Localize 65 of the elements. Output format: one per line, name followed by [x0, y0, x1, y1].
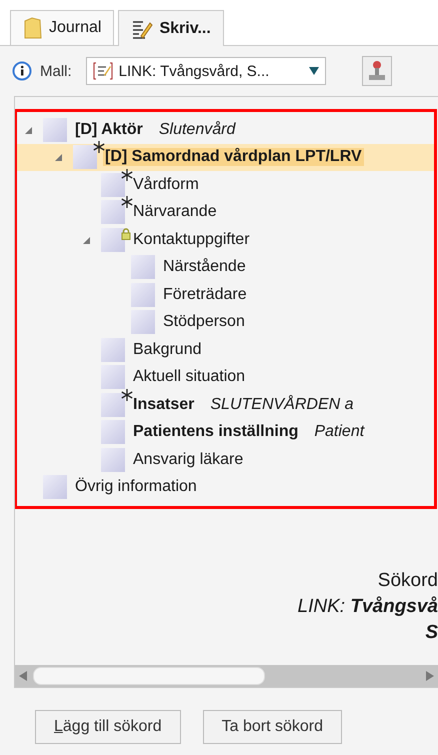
node-label: Övrig information — [74, 478, 198, 496]
node-label: Närstående — [162, 258, 247, 276]
scrollbar-thumb[interactable] — [33, 667, 265, 685]
node-label: [D] Aktör — [74, 120, 144, 139]
node-label: Stödperson — [162, 313, 246, 332]
tree-row[interactable]: Aktuell situation — [17, 364, 434, 391]
node-detail: Slutenvård — [158, 120, 236, 139]
node-label: Insatser — [132, 396, 196, 414]
collapse-arrow-icon[interactable] — [23, 124, 33, 135]
info-icon[interactable] — [12, 61, 32, 81]
node-icon — [131, 310, 155, 334]
tree-row[interactable]: [D] Aktör Slutenvård — [17, 116, 434, 144]
tab-label: Skriv... — [159, 20, 211, 38]
lock-icon — [121, 228, 131, 240]
node-icon — [101, 448, 125, 472]
keyword-button[interactable]: Lägg till sökord — [35, 710, 181, 744]
tree-row[interactable]: Patientens inställning Patient — [17, 418, 434, 446]
node-icon — [131, 282, 155, 307]
tree-row[interactable]: Närstående — [17, 254, 434, 281]
dropdown-arrow-icon — [308, 67, 319, 75]
node-label: Vårdform — [132, 176, 200, 194]
node-label: Företrädare — [162, 286, 248, 304]
folder-icon — [23, 17, 43, 39]
node-label: Aktuell situation — [132, 368, 246, 386]
node-detail: SLUTENVÅRDEN a — [210, 396, 354, 414]
node-icon — [101, 420, 125, 444]
keyword-text: LINK: Tvångsvå — [298, 595, 438, 619]
tree-row[interactable]: Ansvarig läkare — [17, 446, 434, 474]
node-label: Patientens inställning — [132, 423, 300, 442]
node-detail: Patient — [314, 423, 364, 442]
node-label: Kontaktuppgifter — [132, 230, 251, 249]
tree-row[interactable]: [D] Samordnad vårdplan LPT/LRV — [17, 144, 434, 171]
tab-label: Journal — [49, 19, 102, 37]
document-icon — [92, 62, 113, 80]
node-icon — [43, 118, 67, 142]
template-dropdown[interactable]: LINK: Tvångsvård, S... — [86, 57, 326, 85]
node-icon — [43, 475, 67, 500]
tree-row[interactable]: Insatser SLUTENVÅRDEN a — [17, 391, 434, 418]
keyword-button[interactable]: Ta bort sökord — [202, 710, 342, 744]
tab[interactable]: Skriv... — [118, 10, 224, 46]
tab[interactable]: Journal — [10, 10, 114, 45]
keyword-text: S — [425, 621, 438, 645]
tree-row[interactable]: Närvarande — [17, 198, 434, 226]
node-icon — [101, 365, 125, 390]
stamp-icon — [366, 60, 387, 82]
tree-row[interactable]: Övrig information — [17, 474, 434, 501]
node-icon — [131, 255, 155, 280]
horizontal-scrollbar[interactable] — [15, 665, 438, 687]
node-icon — [101, 338, 125, 362]
tree-row[interactable]: Företrädare — [17, 281, 434, 308]
node-label: Närvarande — [132, 203, 218, 222]
keyword-text: Sökord — [378, 569, 438, 593]
collapse-arrow-icon[interactable] — [53, 152, 63, 162]
node-label: [D] Samordnad vårdplan LPT/LRV — [103, 148, 364, 166]
node-label: Bakgrund — [132, 340, 202, 359]
tree-row[interactable]: Kontaktuppgifter — [17, 226, 434, 254]
tree-row[interactable]: Vårdform — [17, 171, 434, 198]
tree-row[interactable]: Bakgrund — [17, 336, 434, 364]
collapse-arrow-icon[interactable] — [81, 234, 91, 245]
scroll-right-icon[interactable] — [426, 671, 434, 681]
node-label: Ansvarig läkare — [132, 450, 244, 469]
template-label: Mall: — [40, 62, 72, 80]
scroll-left-icon[interactable] — [19, 671, 27, 681]
stamp-button[interactable] — [362, 56, 392, 86]
tree-row[interactable]: Stödperson — [17, 308, 434, 336]
